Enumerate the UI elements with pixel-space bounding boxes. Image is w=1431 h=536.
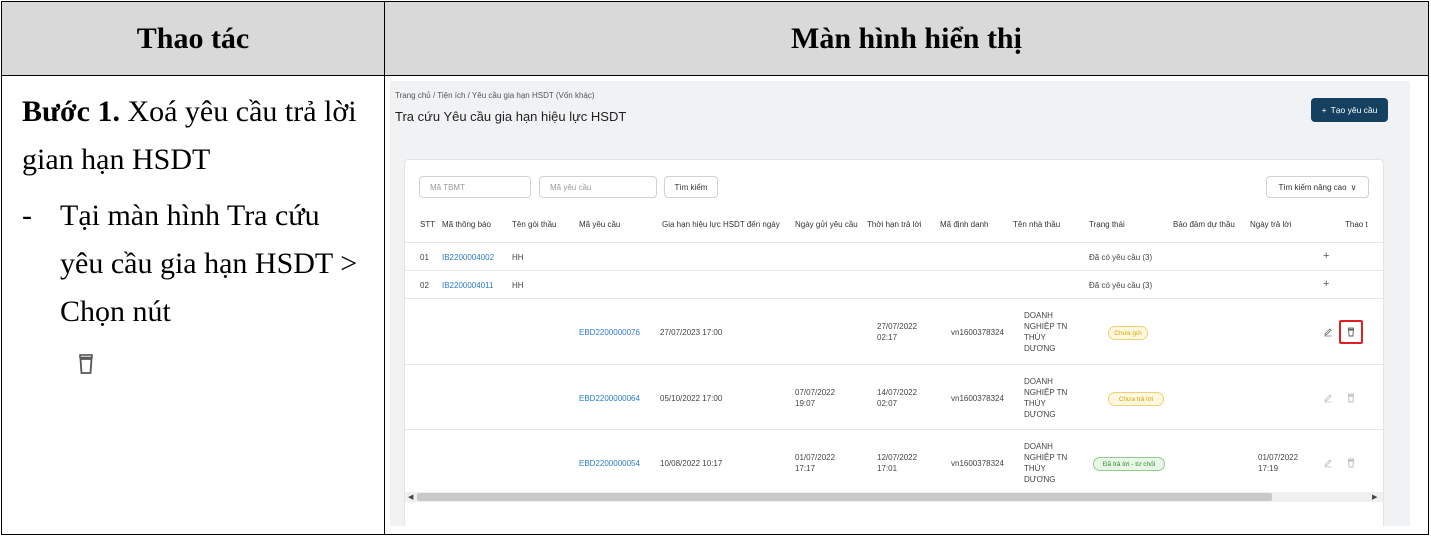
- chevron-down-icon: ∨: [1350, 182, 1357, 192]
- column-header: STT: [420, 220, 436, 229]
- page-title: Tra cứu Yêu cầu gia hạn hiệu lực HSDT: [395, 109, 627, 124]
- app-screenshot: Trang chủ / Tiện ích / Yêu cầu gia hạn H…: [390, 81, 1410, 526]
- sent-date: 07/07/2022: [795, 388, 836, 397]
- edit-icon[interactable]: [1323, 327, 1333, 337]
- step-title: Bước 1. Xoá yêu cầu trả lời gian hạn HSD…: [22, 88, 366, 184]
- column-header: Thao t: [1345, 220, 1368, 229]
- reply-time: 17:19: [1258, 464, 1279, 473]
- delete-highlight: [1339, 320, 1363, 344]
- bidder-name: NGHIỆP TN: [1024, 453, 1068, 462]
- step-description: Bước 1. Xoá yêu cầu trả lời gian hạn HSD…: [2, 76, 384, 391]
- column-header: Ngày gửi yêu cầu: [795, 220, 858, 229]
- deadline-date: 12/07/2022: [877, 453, 918, 462]
- package-name: HH: [512, 253, 524, 262]
- package-name: HH: [512, 281, 524, 290]
- advanced-search-label: Tìm kiếm nâng cao: [1278, 182, 1347, 192]
- table-row: EBD2200000076 27/07/2023 17:00 27/07/2022 0…: [405, 298, 1383, 365]
- expand-icon[interactable]: +: [1323, 278, 1329, 290]
- deadline-date: 27/07/2022: [877, 322, 918, 331]
- instruction-table: Thao tác Màn hình hiển thị Bước 1. Xoá y…: [1, 1, 1429, 535]
- notice-code-link[interactable]: IB2200004011: [442, 280, 493, 291]
- advanced-search-button[interactable]: Tìm kiếm nâng cao ∨: [1266, 176, 1369, 198]
- column-header: Mã thông báo: [442, 220, 491, 229]
- edit-icon[interactable]: [1323, 458, 1333, 468]
- bullet-dash: -: [22, 199, 32, 232]
- bidder-name: DƯƠNG: [1024, 475, 1056, 484]
- extend-date: 27/07/2023 17:00: [660, 328, 723, 337]
- breadcrumb[interactable]: Trang chủ / Tiện ích / Yêu cầu gia hạn H…: [395, 91, 595, 100]
- table-header-row: Thao tác Màn hình hiển thị: [2, 2, 1428, 76]
- column-header: Mã yêu cầu: [579, 220, 621, 229]
- table-row: EBD2200000054 10/08/2022 10:17 01/07/2022 1…: [405, 429, 1383, 496]
- table-row: 01 IB2200004002 HH Đã có yêu cầu (3) +: [405, 242, 1383, 271]
- column-header: Ngày trả lời: [1250, 220, 1292, 229]
- bidder-name: DƯƠNG: [1024, 410, 1056, 419]
- tbmt-input[interactable]: Mã TBMT: [419, 176, 531, 198]
- bidder-name: DOANH: [1024, 311, 1053, 320]
- deadline-time: 17:01: [877, 464, 898, 473]
- request-code-link[interactable]: EBD2200000054: [579, 458, 640, 469]
- bidder-name: THÙY: [1024, 333, 1046, 342]
- table-row: 02 IB2200004011 HH Đã có yêu cầu (3) +: [405, 270, 1383, 299]
- extend-date: 10/08/2022 10:17: [660, 459, 723, 468]
- table-row: EBD2200000064 05/10/2022 17:00 07/07/2022 1…: [405, 364, 1383, 431]
- deadline-time: 02:17: [877, 333, 898, 342]
- row-index: 01: [420, 253, 429, 262]
- column-header: Thời hạn trả lời: [867, 220, 922, 229]
- column-header: Tên nhà thầu: [1013, 220, 1061, 229]
- row-index: 02: [420, 281, 429, 290]
- column-header: Tên gói thầu: [512, 220, 557, 229]
- trash-icon[interactable]: [1346, 393, 1356, 403]
- search-button[interactable]: Tìm kiếm: [664, 176, 718, 198]
- bidder-name: NGHIỆP TN: [1024, 322, 1068, 331]
- scroll-left-icon[interactable]: ◀: [408, 493, 413, 501]
- create-request-label: Tạo yêu cầu: [1330, 105, 1378, 115]
- column-header: Bảo đảm dự thầu: [1173, 220, 1235, 229]
- trash-icon: [79, 354, 93, 374]
- bidder-name: THÙY: [1024, 464, 1046, 473]
- create-request-button[interactable]: + Tạo yêu cầu: [1311, 98, 1388, 122]
- header-actions: Thao tác: [136, 21, 250, 55]
- bullet-text: Tại màn hình Tra cứu yêu cầu gia hạn HSD…: [60, 199, 358, 328]
- column-header: Trạng thái: [1089, 220, 1125, 229]
- bidder-name: DOANH: [1024, 377, 1053, 386]
- request-code-link[interactable]: EBD2200000076: [579, 327, 640, 338]
- identifier: vn1600378324: [951, 459, 1004, 468]
- column-header: Mã định danh: [940, 220, 989, 229]
- bidder-name: DƯƠNG: [1024, 344, 1056, 353]
- search-card: Mã TBMT Mã yêu cầu Tìm kiếm Tìm kiếm nân…: [404, 159, 1384, 526]
- plus-icon: +: [1321, 105, 1327, 115]
- deadline-time: 02:07: [877, 399, 898, 408]
- column-divider: [384, 2, 385, 534]
- status-badge: Chưa trả lời: [1108, 392, 1164, 406]
- step-number: Bước 1.: [22, 95, 120, 128]
- identifier: vn1600378324: [951, 394, 1004, 403]
- status-badge: Chưa gửi: [1108, 326, 1148, 340]
- scroll-right-icon[interactable]: ▶: [1372, 493, 1377, 501]
- header-screen: Màn hình hiển thị: [791, 21, 1022, 55]
- sent-date: 01/07/2022: [795, 453, 836, 462]
- status-text: Đã có yêu cầu (3): [1089, 281, 1153, 290]
- step-bullet: - Tại màn hình Tra cứu yêu cầu gia hạn H…: [22, 192, 366, 336]
- bidder-name: THÙY: [1024, 399, 1046, 408]
- extend-date: 05/10/2022 17:00: [660, 394, 723, 403]
- sent-time: 17:17: [795, 464, 816, 473]
- trash-icon[interactable]: [1346, 458, 1356, 468]
- column-header: Gia hạn hiệu lực HSDT đến ngày: [662, 220, 780, 229]
- edit-icon[interactable]: [1323, 393, 1333, 403]
- identifier: vn1600378324: [951, 328, 1004, 337]
- scrollbar-thumb[interactable]: [417, 493, 1272, 501]
- deadline-date: 14/07/2022: [877, 388, 918, 397]
- bidder-name: DOANH: [1024, 442, 1053, 451]
- request-code-link[interactable]: EBD2200000064: [579, 393, 640, 404]
- expand-icon[interactable]: +: [1323, 250, 1329, 262]
- notice-code-link[interactable]: IB2200004002: [442, 252, 494, 263]
- sent-time: 19:07: [795, 399, 816, 408]
- horizontal-scrollbar[interactable]: ◀ ▶: [405, 492, 1383, 502]
- reply-date: 01/07/2022: [1258, 453, 1299, 462]
- bidder-name: NGHIỆP TN: [1024, 388, 1068, 397]
- status-badge: Đã trả lời - từ chối: [1093, 457, 1165, 471]
- status-text: Đã có yêu cầu (3): [1089, 253, 1153, 262]
- request-code-input[interactable]: Mã yêu cầu: [539, 176, 657, 198]
